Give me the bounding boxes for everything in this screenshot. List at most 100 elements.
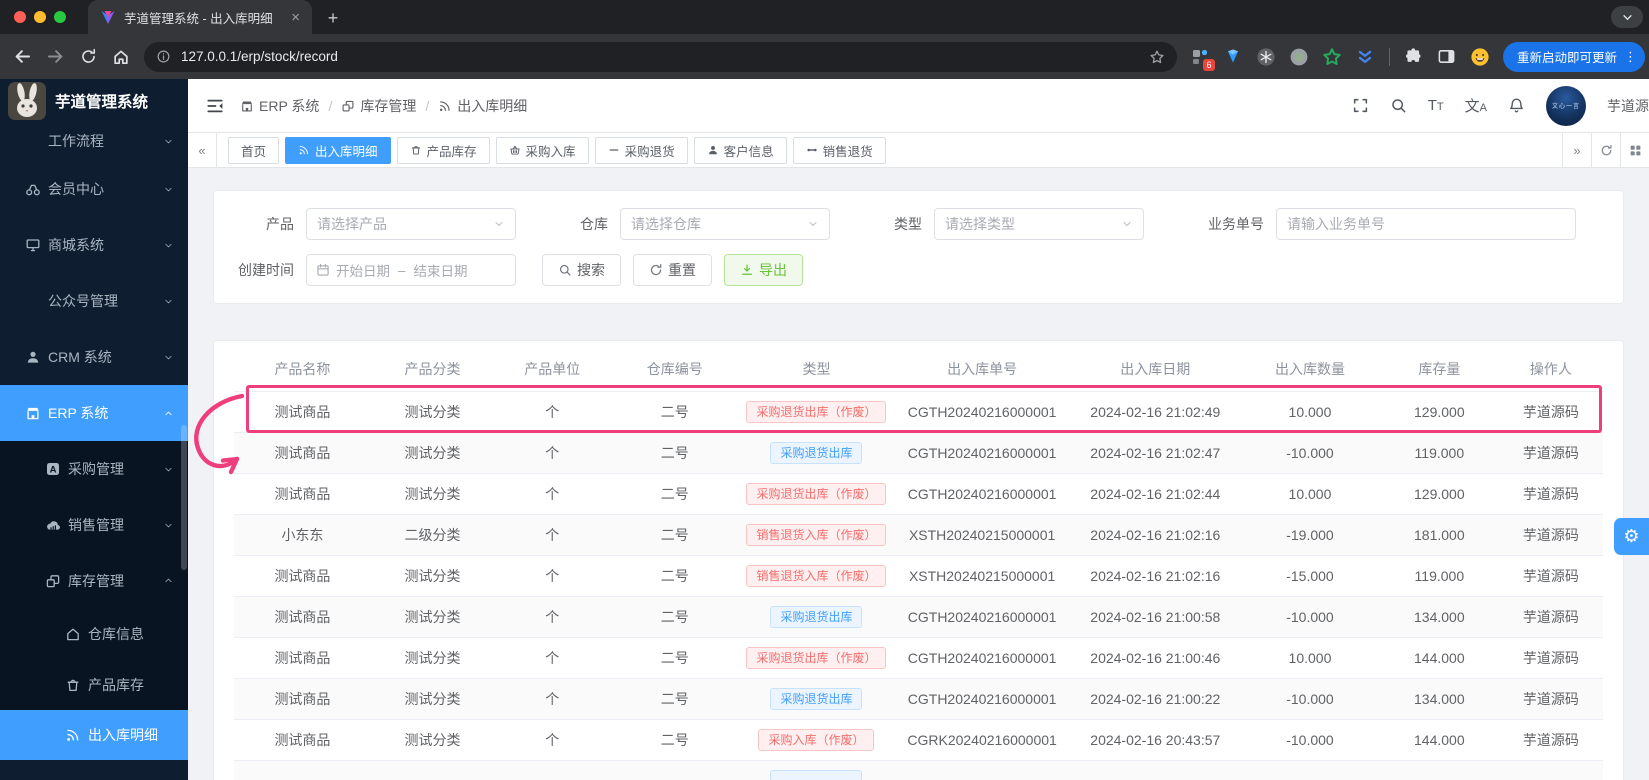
type-badge: 采购退货出库（作废） (746, 647, 887, 669)
bookmark-star-icon[interactable] (1149, 49, 1165, 65)
breadcrumb: ERP 系统 / 库存管理 / 出入库明细 (240, 96, 527, 116)
sidebar-scrollbar[interactable] (181, 425, 187, 570)
sidebar-item-official-account[interactable]: 公众号管理 (0, 273, 188, 329)
type-cell: 采购退货出库（作废） (739, 647, 894, 669)
unit-cell: 个 (545, 691, 560, 707)
ext-target-icon[interactable] (1288, 46, 1310, 68)
sidebar-item-stock-record[interactable]: 出入库明细 (0, 710, 188, 760)
tabs-refresh-icon[interactable] (1591, 133, 1620, 167)
browser-update-button[interactable]: 重新启动即可更新 ⋮ (1502, 41, 1645, 72)
language-icon[interactable]: 文A (1465, 95, 1487, 116)
tab-stock-record[interactable]: 出入库明细 (285, 136, 391, 164)
product-select[interactable]: 请选择产品 (306, 208, 516, 240)
table-row: 测试商品 测试分类 个 二号 采购退货出库（作废） CGTH20240216000001 2… (234, 473, 1603, 514)
store-icon (25, 405, 41, 421)
settings-gear-button[interactable]: ⚙ (1614, 518, 1649, 555)
collapse-menu-icon[interactable] (206, 97, 224, 115)
tab-search-button[interactable] (1611, 6, 1643, 28)
fullscreen-icon[interactable] (1352, 97, 1369, 114)
tab-customer-info[interactable]: 客户信息 (693, 136, 787, 164)
warehouse-cell: 二号 (660, 445, 689, 461)
type-select[interactable]: 请选择类型 (934, 208, 1144, 240)
type-cell: 销售退货入库（作废） (739, 565, 894, 587)
type-badge: 采购退货出库 (770, 442, 863, 464)
window-maximize-button[interactable] (54, 11, 66, 23)
ext-asterisk-icon[interactable] (1255, 46, 1277, 68)
search-button[interactable]: 搜索 (542, 254, 621, 286)
sidebar-item-crm-system[interactable]: CRM 系统 (0, 329, 188, 385)
window-close-button[interactable] (14, 11, 26, 23)
tab-product-stock[interactable]: 产品库存 (396, 136, 490, 164)
browser-tab[interactable]: 芋道管理系统 - 出入库明细 × (88, 0, 312, 34)
quantity-cell: -10.000 (1286, 732, 1334, 748)
search-icon[interactable] (1390, 97, 1407, 114)
sidebar-item-product-stock[interactable]: 产品库存 (0, 660, 188, 710)
column-header: 产品单位 (524, 361, 581, 377)
window-minimize-button[interactable] (34, 11, 46, 23)
basket-icon (509, 144, 521, 156)
calendar-icon (316, 263, 330, 277)
date-start-placeholder: 开始日期 (336, 264, 390, 279)
tab-purchase-in[interactable]: 采购入库 (495, 136, 589, 164)
notification-bell-icon[interactable] (1508, 97, 1525, 114)
breadcrumb-item-erp-system[interactable]: ERP 系统 (240, 96, 319, 116)
forward-icon[interactable] (44, 46, 66, 68)
unit-cell: 个 (545, 527, 560, 543)
ext-blocker-icon[interactable]: 6 (1189, 46, 1215, 71)
new-tab-button[interactable]: + (322, 7, 344, 29)
user-icon (707, 144, 719, 156)
sidebar-item-warehouse-info[interactable]: 仓库信息 (0, 608, 188, 660)
url-bar[interactable]: 127.0.0.1/erp/stock/record (144, 41, 1177, 72)
breadcrumb-item-stock-record[interactable]: 出入库明细 (438, 96, 527, 116)
sidebar-item-sales-mgmt[interactable]: 销售管理 (0, 497, 188, 553)
reset-button[interactable]: 重置 (633, 254, 712, 286)
font-size-icon[interactable]: TT (1428, 97, 1444, 114)
extensions-puzzle-icon[interactable] (1403, 46, 1425, 68)
bizno-input[interactable]: 请输入业务单号 (1276, 208, 1576, 240)
chevron-up-icon (163, 575, 174, 586)
sidebar-item-erp-system[interactable]: ERP 系统 (0, 385, 188, 441)
date-range-input[interactable]: 开始日期 – 结束日期 (306, 254, 516, 286)
ext-star-icon[interactable] (1321, 46, 1343, 68)
site-info-icon[interactable] (156, 49, 171, 64)
tabs-layout-icon[interactable] (1620, 133, 1649, 167)
tab-sales-return[interactable]: 销售退货 (792, 136, 886, 164)
user-avatar[interactable]: 文心一言 (1546, 85, 1586, 126)
product-cell: 测试商品 (274, 650, 331, 666)
column-header: 库存量 (1418, 361, 1461, 377)
url-text[interactable]: 127.0.0.1/erp/stock/record (181, 49, 1149, 64)
operator-cell: 芋道源码 (1522, 691, 1579, 707)
tab-label: 客户信息 (723, 144, 774, 159)
tab-purchase-ret[interactable]: 采购退货 (594, 136, 688, 164)
column-header: 操作人 (1529, 361, 1572, 377)
unit-cell: 个 (545, 486, 560, 502)
app-logo[interactable]: 芋道管理系统 (0, 79, 188, 121)
sidebar-item-member-center[interactable]: 会员中心 (0, 161, 188, 217)
export-button[interactable]: 导出 (724, 254, 803, 286)
reload-icon[interactable] (77, 46, 99, 68)
emoji-icon[interactable] (1469, 46, 1491, 68)
warehouse-select[interactable]: 请选择仓库 (620, 208, 830, 240)
username[interactable]: 芋道源码 (1607, 96, 1649, 116)
sidebar-item-mall-system[interactable]: 商城系统 (0, 217, 188, 273)
tabs-scroll-right[interactable]: » (1562, 133, 1591, 167)
tab-home[interactable]: 首页 (228, 136, 280, 164)
browser-menu-icon[interactable]: ⋮ (1624, 49, 1637, 65)
product-cell: 测试商品 (274, 404, 331, 420)
tab-close-icon[interactable]: × (287, 10, 304, 25)
tab-label: 产品库存 (426, 144, 477, 159)
back-icon[interactable] (11, 46, 33, 68)
side-panel-icon[interactable] (1436, 46, 1458, 68)
ext-kite-icon[interactable] (1222, 46, 1244, 68)
table-row: 测试商品 测试分类 个 二号 采购退货出库（作废） CGTH20240216000001 2… (234, 391, 1603, 432)
home-icon[interactable] (110, 46, 132, 68)
sidebar-item-inventory-mgmt[interactable]: 库存管理 (0, 553, 188, 608)
sidebar-item-workflow[interactable]: 工作流程 (0, 121, 188, 161)
tabs-scroll-left[interactable]: « (188, 133, 217, 167)
ext-double-chevron-icon[interactable] (1354, 46, 1376, 68)
table-header-row: 产品名称 产品分类 产品单位 仓库编号 类型 出入库单号 出入库日期 出入库数量 库存量 操作人 (234, 347, 1603, 391)
sidebar-item-purchase-mgmt[interactable]: A 采购管理 (0, 441, 188, 497)
user-icon (25, 349, 41, 365)
breadcrumb-item-inventory-mgmt[interactable]: 库存管理 (341, 96, 416, 116)
signal-icon (438, 99, 452, 113)
